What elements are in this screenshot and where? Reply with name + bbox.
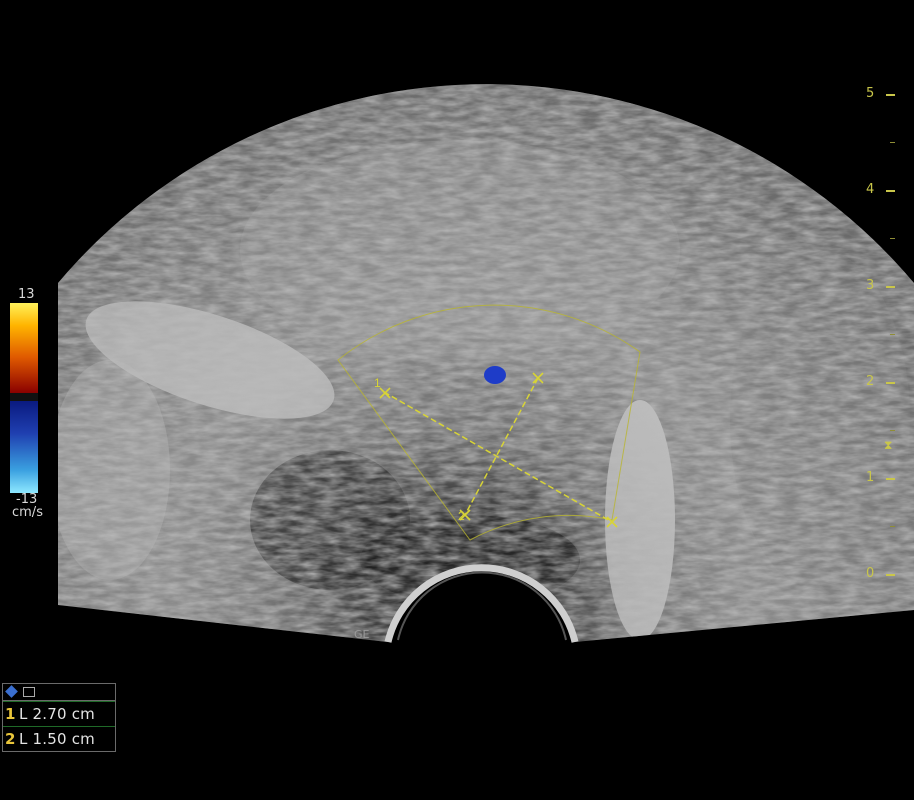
depth-label-0: 0 bbox=[866, 566, 875, 581]
measurement-panel: 1 L 2.70 cm 2 L 1.50 cm bbox=[2, 683, 116, 752]
depth-label-1: 1 bbox=[866, 470, 875, 485]
color-scale-top-value: 13 bbox=[18, 287, 35, 302]
caliper-icon bbox=[23, 687, 35, 697]
color-velocity-bar bbox=[10, 303, 38, 493]
color-scale-unit: cm/s bbox=[12, 505, 43, 520]
measurement-row-1: 1 L 2.70 cm bbox=[3, 701, 115, 726]
measurement-panel-header bbox=[3, 684, 115, 701]
doppler-flow-spot bbox=[484, 366, 506, 384]
measurement-value: L 2.70 cm bbox=[19, 705, 95, 723]
depth-ruler: 5 4 3 2 1 0 ⧗ bbox=[856, 0, 906, 800]
measurement-index: 1 bbox=[5, 705, 16, 723]
depth-label-4: 4 bbox=[866, 182, 875, 197]
measurement-row-2: 2 L 1.50 cm bbox=[3, 726, 115, 751]
depth-label-5: 5 bbox=[866, 86, 875, 101]
depth-label-2: 2 bbox=[866, 374, 875, 389]
diamond-icon bbox=[5, 685, 18, 698]
measurement-index: 2 bbox=[5, 730, 16, 748]
probe-label: GE bbox=[354, 628, 370, 641]
ultrasound-image: 1 2 bbox=[58, 84, 914, 643]
caliper-marker-1: 1 bbox=[374, 376, 381, 390]
depth-label-3: 3 bbox=[866, 278, 875, 293]
focus-marker-icon: ⧗ bbox=[884, 438, 893, 452]
measurement-value: L 1.50 cm bbox=[19, 730, 95, 748]
caliper-marker-2: 2 bbox=[458, 509, 465, 523]
